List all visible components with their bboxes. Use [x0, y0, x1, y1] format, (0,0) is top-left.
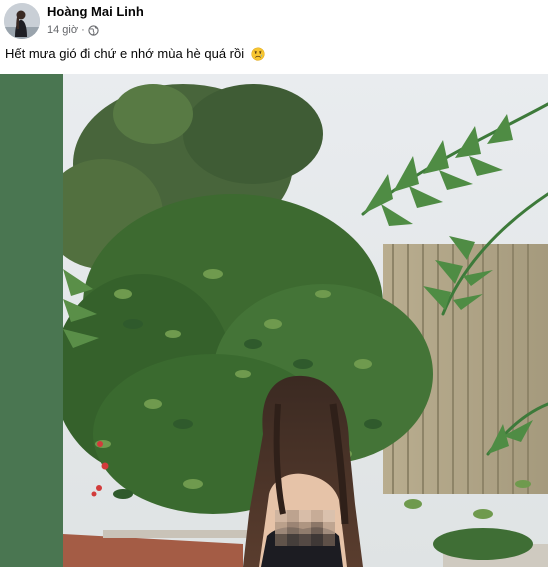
photo-image: [63, 74, 548, 567]
post-message: Hết mưa gió đi chứ e nhớ mùa hè quá rồi: [5, 46, 245, 61]
post-header: Hoàng Mai Linh 14 giờ ·: [0, 0, 548, 42]
sad-face-emoji-icon: [251, 47, 265, 61]
author-name[interactable]: Hoàng Mai Linh: [47, 4, 144, 19]
author-avatar[interactable]: [4, 3, 40, 39]
post-text: Hết mưa gió đi chứ e nhớ mùa hè quá rồi: [5, 46, 265, 62]
post-time[interactable]: 14 giờ: [47, 24, 78, 36]
globe-icon[interactable]: [88, 24, 99, 36]
post-photo[interactable]: [0, 74, 548, 567]
meta-separator: ·: [81, 24, 85, 36]
photo-side-panel: [0, 74, 63, 567]
avatar-image: [4, 3, 40, 39]
post-meta: 14 giờ ·: [47, 23, 99, 37]
